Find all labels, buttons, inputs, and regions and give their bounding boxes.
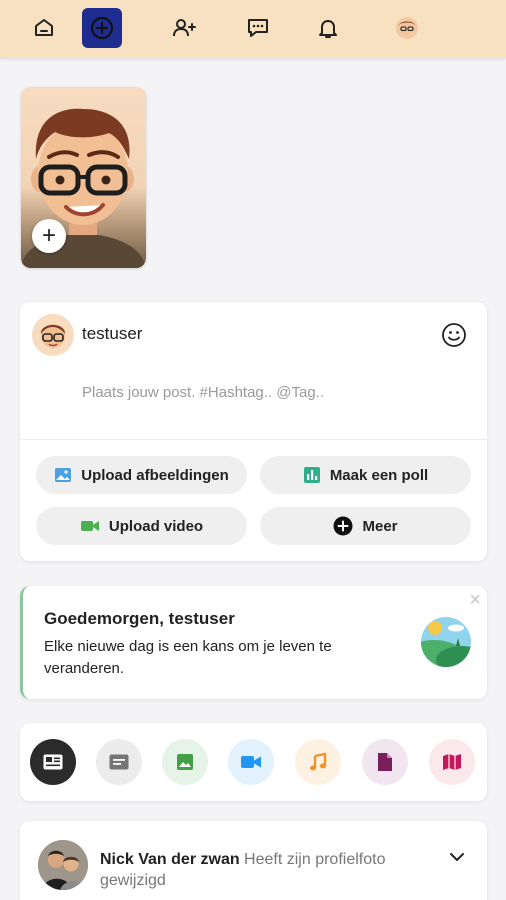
filter-text[interactable]	[96, 739, 142, 785]
filter-music[interactable]	[295, 739, 341, 785]
upload-video-button[interactable]: Upload video	[36, 507, 247, 545]
map-icon	[443, 754, 461, 770]
feed-post-header: Nick Van der zwan Heeft zijn profielfoto…	[100, 849, 430, 891]
avatar	[32, 314, 74, 356]
video-icon	[241, 756, 261, 768]
author-name[interactable]: Nick Van der zwan	[100, 851, 240, 868]
make-poll-button[interactable]: Maak een poll	[260, 456, 471, 494]
upload-images-label: Upload afbeeldingen	[81, 466, 229, 484]
filter-all[interactable]	[30, 739, 76, 785]
upload-video-label: Upload video	[108, 517, 204, 535]
author-avatar[interactable]	[38, 840, 88, 890]
bell-icon	[319, 20, 337, 38]
file-icon	[378, 753, 392, 771]
notifications-button[interactable]	[308, 8, 348, 48]
divider	[20, 439, 487, 440]
messages-button[interactable]	[238, 8, 278, 48]
add-post-button[interactable]	[82, 8, 122, 48]
top-nav-bar	[0, 0, 506, 58]
video-icon	[80, 521, 99, 531]
emoji-icon[interactable]	[441, 322, 467, 353]
poll-icon	[303, 467, 320, 483]
add-circle-icon	[90, 16, 114, 40]
news-feed-icon	[43, 754, 63, 770]
chat-icon	[248, 19, 268, 37]
composer-username: testuser	[82, 324, 143, 343]
add-story-button[interactable]: +	[32, 219, 66, 253]
add-user-icon	[173, 19, 196, 37]
feed-filter-bar	[20, 723, 487, 801]
greeting-title: Goedemorgen, testuser	[44, 609, 235, 628]
more-label: Meer	[362, 517, 398, 535]
image-icon	[55, 468, 72, 482]
music-icon	[310, 752, 327, 771]
poll-label: Maak een poll	[329, 466, 429, 484]
plus-circle-icon	[333, 516, 353, 536]
greeting-text: Elke nieuwe dag is een kans om je leven …	[44, 638, 332, 677]
post-input[interactable]: Plaats jouw post. #Hashtag.. @Tag..	[82, 384, 324, 401]
close-icon[interactable]: ×	[469, 590, 481, 610]
filter-videos[interactable]	[228, 739, 274, 785]
chevron-down-icon[interactable]	[449, 849, 465, 867]
image-icon	[177, 754, 193, 770]
text-post-icon	[109, 754, 129, 770]
profile-avatar	[396, 17, 418, 39]
profile-button[interactable]	[387, 8, 427, 48]
landscape-illustration	[420, 616, 472, 673]
home-icon[interactable]	[24, 8, 64, 48]
post-composer: testuser Plaats jouw post. #Hashtag.. @T…	[20, 302, 487, 561]
my-story-card[interactable]: +	[21, 87, 146, 268]
feed-post: Nick Van der zwan Heeft zijn profielfoto…	[20, 821, 487, 900]
add-friend-button[interactable]	[164, 8, 204, 48]
upload-images-button[interactable]: Upload afbeeldingen	[36, 456, 247, 494]
filter-files[interactable]	[362, 739, 408, 785]
filter-images[interactable]	[162, 739, 208, 785]
greeting-card: Goedemorgen, testuser Elke nieuwe dag is…	[20, 586, 487, 699]
filter-places[interactable]	[429, 739, 475, 785]
more-button[interactable]: Meer	[260, 507, 471, 545]
